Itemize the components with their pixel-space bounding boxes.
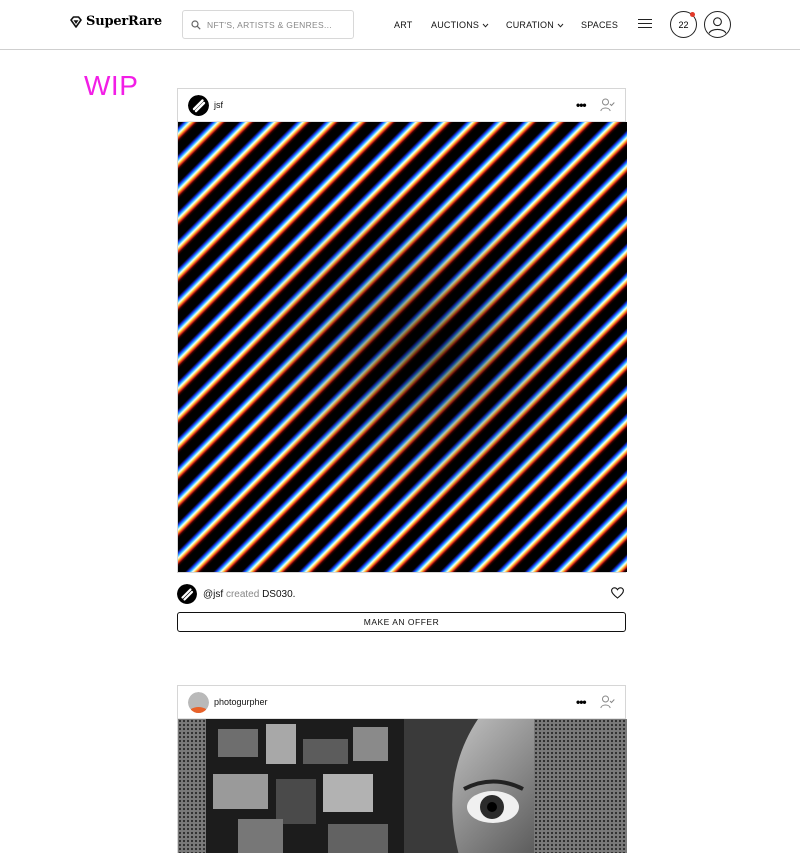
wip-banner: WIP [84, 70, 139, 101]
follow-user-icon[interactable] [600, 695, 615, 709]
heart-icon[interactable] [611, 587, 624, 599]
notification-dot [690, 12, 695, 17]
post-username[interactable]: jsf [214, 100, 223, 110]
search-input[interactable] [207, 19, 347, 30]
caption-artwork-title[interactable]: DS030. [262, 589, 295, 600]
nav-auctions-label: AUCTIONS [431, 20, 480, 30]
post-header: jsf ••• [178, 89, 625, 122]
artwork-image[interactable] [178, 122, 627, 572]
post-caption: @jsf created DS030. [177, 583, 626, 605]
logo[interactable]: SuperRare [70, 14, 162, 29]
profile-button[interactable] [704, 11, 731, 38]
avatar[interactable] [188, 692, 209, 713]
caption-verb: created [225, 588, 260, 600]
post-header: photogurpher ••• [178, 686, 625, 719]
make-offer-button[interactable]: MAKE AN OFFER [177, 612, 626, 632]
artwork-image[interactable] [178, 719, 627, 853]
nav-curation-label: CURATION [506, 20, 554, 30]
chevron-down-icon [482, 23, 489, 28]
search-box[interactable] [182, 10, 354, 39]
avatar[interactable] [188, 95, 209, 116]
chevron-down-icon [557, 23, 564, 28]
nav-spaces[interactable]: SPACES [581, 20, 618, 30]
more-dots-icon[interactable]: ••• [576, 98, 587, 112]
nav-spaces-label: SPACES [581, 20, 619, 30]
post-username[interactable]: photogurpher [214, 697, 268, 707]
notification-count: 22 [678, 19, 689, 30]
hamburger-icon[interactable] [638, 19, 652, 29]
more-dots-icon[interactable]: ••• [576, 695, 587, 709]
logo-text: SuperRare [86, 14, 162, 29]
top-navigation-bar: SuperRare ART AUCTIONS CURATION SPACES 2… [0, 0, 800, 50]
diamond-icon [70, 15, 82, 28]
nav-auctions[interactable]: AUCTIONS [431, 20, 489, 30]
search-icon [191, 19, 201, 30]
nav-curation[interactable]: CURATION [506, 20, 564, 30]
post-card: jsf ••• [177, 88, 627, 573]
avatar[interactable] [177, 584, 197, 604]
nav-art-label: ART [394, 20, 413, 30]
post-card: photogurpher ••• [177, 685, 627, 853]
user-icon [708, 17, 727, 34]
caption-handle[interactable]: @jsf [203, 589, 223, 600]
follow-user-icon[interactable] [600, 98, 615, 112]
nav-art[interactable]: ART [394, 20, 412, 30]
caption-text: @jsf created DS030. [203, 589, 295, 600]
